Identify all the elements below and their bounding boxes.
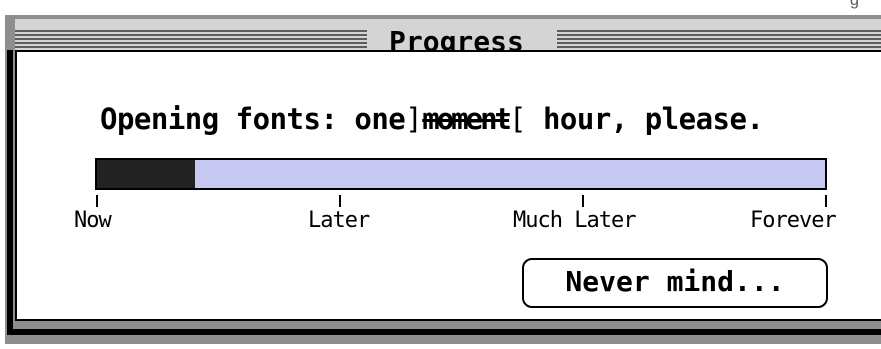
never-mind-button[interactable]: Never mind... (522, 258, 828, 308)
title-stripes-left (15, 30, 367, 52)
tick-label-now: Now (74, 208, 112, 233)
progress-fill (97, 160, 196, 188)
message-suffix: hour, please. (542, 102, 764, 136)
struck-word: moment (422, 102, 512, 136)
bracket-right: [ (509, 102, 526, 136)
window-left-edge (7, 50, 13, 333)
tick-label-later: Later (308, 208, 370, 233)
title-stripes-right (557, 30, 881, 52)
tick-much-later (582, 195, 584, 207)
status-message: Opening fonts: one]moment[ hour, please. (100, 102, 764, 136)
tick-now (96, 195, 98, 207)
message-prefix: Opening fonts: one (100, 102, 406, 136)
window-bottom-edge (7, 329, 881, 335)
tick-later (339, 195, 341, 207)
progress-bar (95, 158, 827, 190)
tick-label-much-later: Much Later (513, 208, 636, 233)
cropped-text-fragment: g (850, 0, 859, 9)
bracket-left: ] (405, 102, 423, 136)
tick-label-forever: Forever (750, 208, 837, 233)
tick-forever (825, 195, 827, 207)
